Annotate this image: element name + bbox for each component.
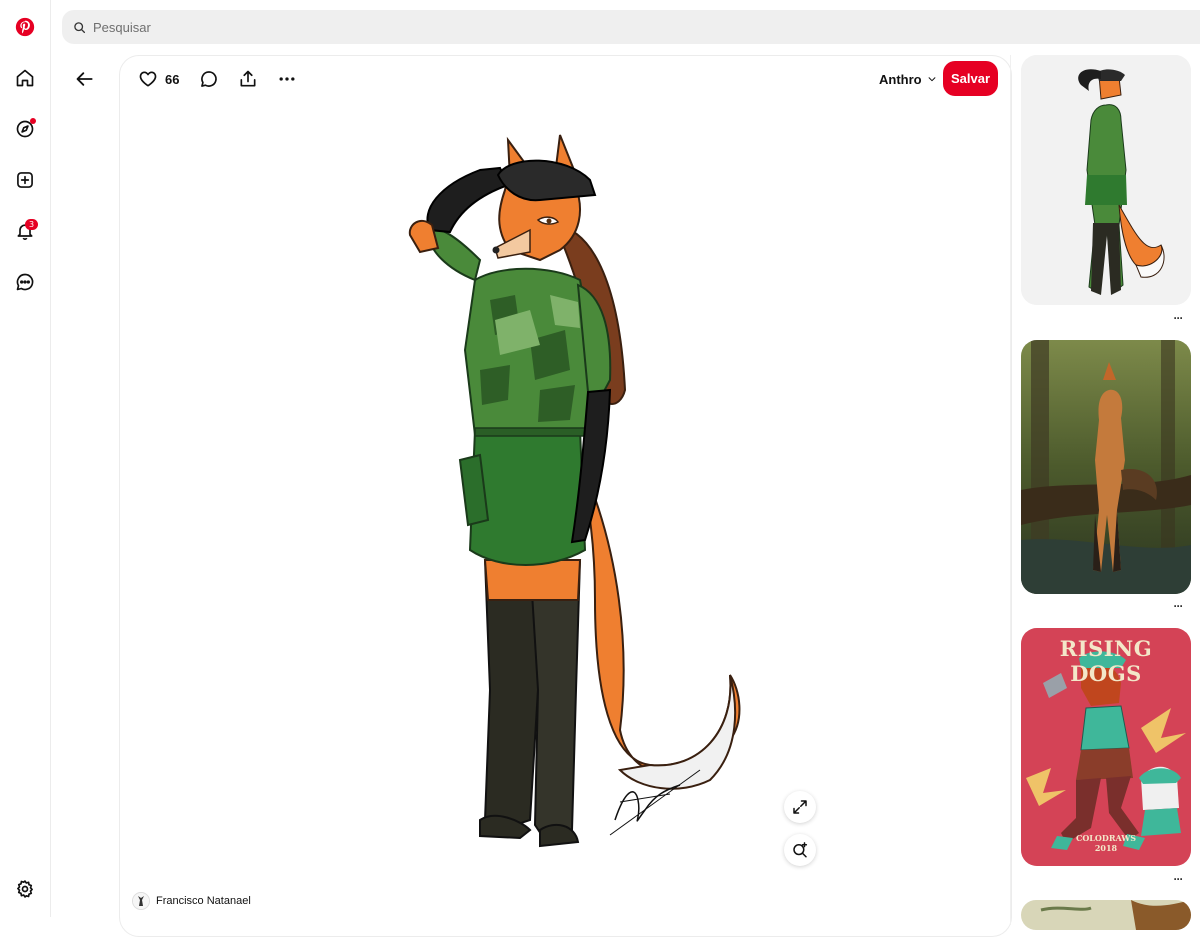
search-icon [74, 21, 86, 33]
like-button[interactable] [136, 64, 160, 94]
related-pin-image [1021, 340, 1191, 594]
poster-title: RISING DOGS [1059, 636, 1153, 686]
share-icon [240, 70, 256, 87]
board-dropdown[interactable]: Anthro [879, 70, 937, 88]
related-pin-3-more-button[interactable]: ··· [1170, 873, 1186, 886]
bell-icon[interactable]: 3 [5, 211, 45, 251]
fox-soldier-illustration [408, 134, 741, 848]
save-button[interactable]: Salvar [943, 61, 998, 96]
more-options-button[interactable] [275, 64, 299, 94]
home-icon[interactable] [5, 58, 45, 98]
related-pin-1[interactable] [1021, 55, 1191, 305]
pinterest-logo-icon[interactable] [5, 7, 45, 47]
create-icon[interactable] [5, 160, 45, 200]
author-name: Francisco Natanael [156, 895, 251, 907]
related-pin-3[interactable]: RISING DOGS COLODRAWS 2018 [1021, 628, 1191, 866]
board-name: Anthro [879, 71, 922, 87]
expand-icon [793, 800, 807, 814]
related-pin-image [1021, 55, 1191, 305]
left-nav-rail: 3 [0, 0, 51, 917]
expand-button[interactable] [784, 791, 816, 823]
related-pin-2-more-button[interactable]: ··· [1170, 600, 1186, 613]
pin-image[interactable] [380, 130, 760, 860]
heart-icon [139, 71, 157, 87]
back-arrow-icon [76, 72, 93, 86]
pin-author[interactable]: Francisco Natanael [132, 892, 251, 910]
related-pin-2[interactable] [1021, 340, 1191, 594]
poster-credit: COLODRAWS 2018 [1021, 833, 1191, 853]
search-input[interactable] [91, 11, 695, 43]
comment-icon [201, 71, 218, 87]
avatar [132, 892, 150, 910]
search-bar[interactable] [62, 10, 1200, 44]
explore-notification-dot [30, 118, 36, 124]
settings-icon[interactable] [5, 869, 45, 909]
messages-icon[interactable] [5, 262, 45, 302]
visual-search-button[interactable] [784, 834, 816, 866]
like-count: 66 [165, 71, 180, 87]
notification-badge: 3 [25, 219, 38, 230]
column-divider [1010, 55, 1011, 925]
more-icon [279, 77, 295, 81]
back-button[interactable] [66, 60, 104, 98]
poster-credit-line2: 2018 [1094, 843, 1118, 853]
comment-button[interactable] [197, 64, 221, 94]
explore-icon[interactable] [5, 109, 45, 149]
chevron-down-icon [928, 77, 936, 82]
related-pin-4[interactable] [1021, 900, 1191, 930]
poster-credit-line1: COLODRAWS [1075, 833, 1137, 843]
visual-search-icon [793, 842, 808, 858]
related-pin-1-more-button[interactable]: ··· [1170, 312, 1186, 325]
pin-actions: 66 [136, 64, 299, 94]
share-button[interactable] [236, 64, 260, 94]
related-pin-image [1021, 900, 1191, 930]
